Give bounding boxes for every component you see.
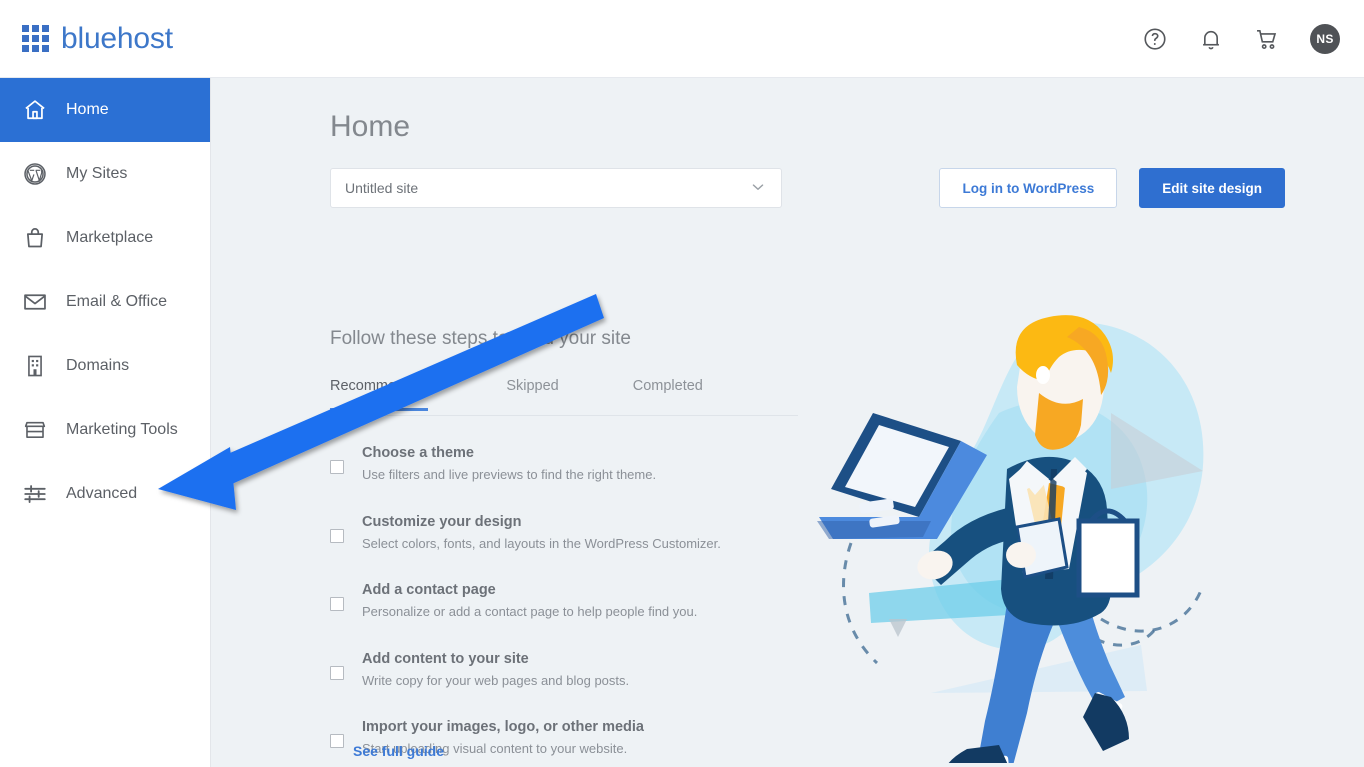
shopping-bag-icon: [22, 225, 48, 251]
tab-completed[interactable]: Completed: [633, 366, 703, 410]
sidebar-item-domains[interactable]: Domains: [0, 334, 210, 398]
list-item[interactable]: Add a contact page Personalize or add a …: [330, 580, 800, 622]
tab-skipped[interactable]: Skipped: [506, 366, 558, 410]
storefront-icon: [22, 417, 48, 443]
sidebar-item-email-office[interactable]: Email & Office: [0, 270, 210, 334]
sidebar-item-advanced[interactable]: Advanced: [0, 462, 210, 526]
step-title: Import your images, logo, or other media: [362, 719, 644, 736]
chevron-down-icon: [749, 178, 767, 199]
building-icon: [22, 353, 48, 379]
step-description: Select colors, fonts, and layouts in the…: [362, 535, 721, 551]
step-checkbox[interactable]: [330, 597, 344, 612]
site-action-buttons: Log in to WordPress Edit site design: [939, 168, 1285, 208]
sidebar-item-label: Domains: [66, 357, 130, 374]
home-icon: [22, 97, 48, 123]
sidebar-item-marketing-tools[interactable]: Marketing Tools: [0, 398, 210, 462]
sidebar-item-home[interactable]: Home: [0, 78, 210, 142]
sidebar-item-label: My Sites: [66, 165, 128, 182]
site-select-dropdown[interactable]: Untitled site: [330, 168, 782, 208]
sidebar: Home My Sites Marketplace Email & Office…: [0, 78, 211, 767]
steps-tabs: Recommended Skipped Completed: [330, 366, 798, 416]
edit-site-design-button[interactable]: Edit site design: [1139, 168, 1285, 208]
section-heading: Follow these steps to build your site: [330, 328, 631, 349]
sidebar-item-label: Marketplace: [66, 229, 154, 246]
login-to-wordpress-button[interactable]: Log in to WordPress: [939, 168, 1118, 208]
wordpress-icon: [22, 161, 48, 187]
step-title: Add a contact page: [362, 582, 496, 599]
list-item[interactable]: Choose a theme Use filters and live prev…: [330, 443, 800, 485]
envelope-icon: [22, 289, 48, 315]
grid-logo-icon: [22, 25, 49, 52]
step-title: Customize your design: [362, 513, 522, 530]
top-bar-actions: NS: [1142, 23, 1340, 54]
top-bar: bluehost NS: [0, 0, 1364, 78]
page-title: Home: [330, 110, 411, 143]
step-title: Choose a theme: [362, 445, 474, 461]
step-description: Use filters and live previews to find th…: [362, 467, 657, 483]
site-select-value: Untitled site: [345, 180, 419, 196]
step-description: Personalize or add a contact page to hel…: [362, 604, 698, 620]
shopping-cart-icon[interactable]: [1254, 26, 1280, 52]
step-description: Write copy for your web pages and blog p…: [362, 672, 630, 688]
bluehost-dashboard: bluehost NS Home My Sites Marketplace Em…: [0, 0, 1364, 767]
steps-checklist: Choose a theme Use filters and live prev…: [330, 443, 800, 767]
sidebar-item-label: Email & Office: [66, 293, 168, 310]
step-checkbox[interactable]: [330, 528, 344, 543]
help-icon[interactable]: [1142, 26, 1168, 52]
step-title: Add content to your site: [362, 650, 529, 667]
step-checkbox[interactable]: [330, 460, 344, 474]
sidebar-item-label: Home: [66, 101, 109, 118]
see-full-guide-link[interactable]: See full guide: [353, 743, 444, 759]
brand-logo[interactable]: bluehost: [22, 22, 173, 56]
sliders-icon: [22, 481, 48, 507]
tab-recommended[interactable]: Recommended: [330, 366, 429, 411]
main-content: Home Untitled site Log in to WordPress E…: [211, 78, 1364, 767]
step-checkbox[interactable]: [330, 734, 344, 749]
avatar[interactable]: NS: [1310, 23, 1340, 54]
person-holding-laptop-illustration: [811, 293, 1251, 767]
list-item[interactable]: Customize your design Select colors, fon…: [330, 512, 800, 554]
notifications-bell-icon[interactable]: [1198, 26, 1224, 52]
sidebar-item-label: Marketing Tools: [66, 421, 178, 438]
sidebar-item-label: Advanced: [66, 485, 138, 502]
list-item[interactable]: Add content to your site Write copy for …: [330, 649, 800, 691]
sidebar-item-marketplace[interactable]: Marketplace: [0, 206, 210, 270]
brand-name: bluehost: [61, 21, 173, 55]
step-checkbox[interactable]: [330, 665, 344, 680]
sidebar-item-my-sites[interactable]: My Sites: [0, 142, 210, 206]
